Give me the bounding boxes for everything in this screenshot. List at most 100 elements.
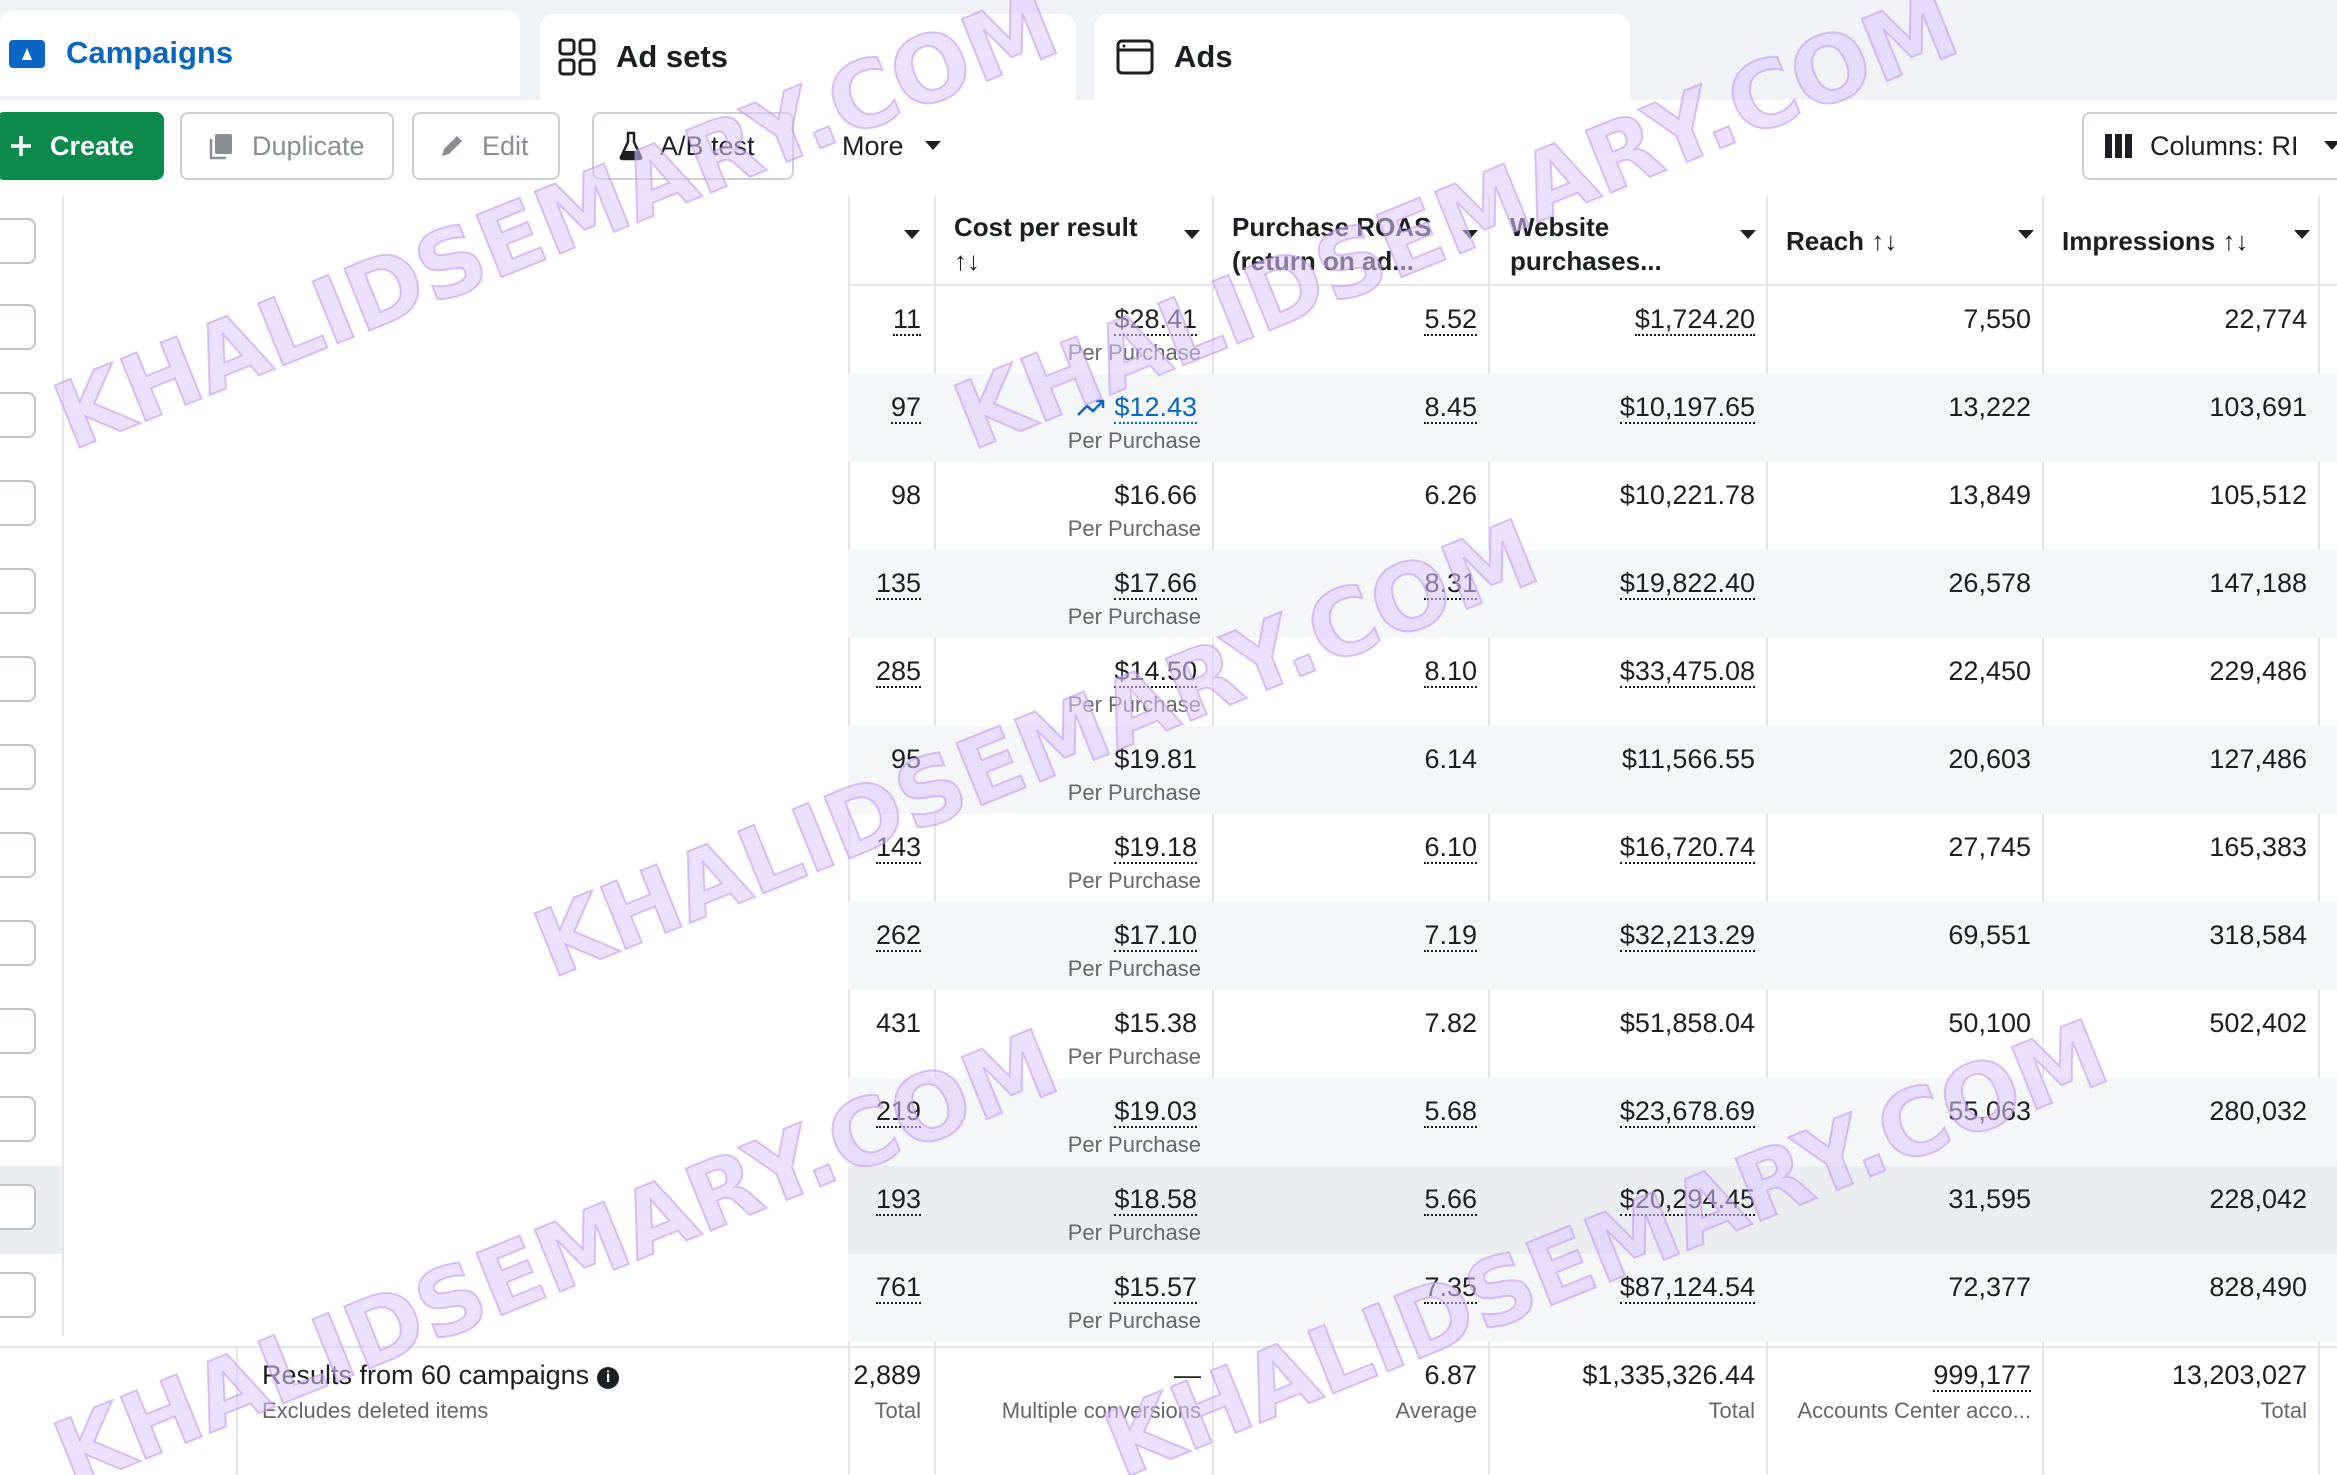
info-icon[interactable]: i bbox=[597, 1367, 620, 1389]
row-checkbox[interactable] bbox=[0, 1272, 36, 1318]
tab-ad-sets[interactable]: Ad sets bbox=[540, 14, 1076, 100]
cell-impressions: 105,512 bbox=[2209, 480, 2307, 511]
cell-roas[interactable]: 7.35 bbox=[1424, 1272, 1477, 1304]
column-header-purchase-roas[interactable]: Purchase ROAS (return on ad... bbox=[1232, 196, 1488, 286]
cell-cost[interactable]: $15.38 bbox=[1114, 1008, 1197, 1039]
cell-cost[interactable]: $14.50 bbox=[1114, 656, 1197, 688]
column-header-cost-per-result[interactable]: Cost per result ↑↓ bbox=[954, 196, 1212, 286]
cell-results[interactable]: 431 bbox=[876, 1008, 921, 1039]
table-row[interactable]: 761 $15.57 7.35 $87,124.54 72,377 828,490 Per … bbox=[0, 1254, 2337, 1342]
table-row[interactable]: 98 $16.66 6.26 $10,221.78 13,849 105,512 Per P… bbox=[0, 462, 2337, 550]
ad-window-icon bbox=[1116, 39, 1154, 75]
cell-roas[interactable]: 8.10 bbox=[1424, 656, 1477, 688]
cell-roas[interactable]: 5.66 bbox=[1424, 1184, 1477, 1216]
more-dropdown[interactable]: More bbox=[818, 112, 968, 180]
cell-results[interactable]: 761 bbox=[875, 1272, 921, 1304]
cell-cost[interactable]: $19.81 bbox=[1114, 744, 1197, 775]
row-checkbox[interactable] bbox=[0, 832, 36, 878]
cell-roas[interactable]: 8.45 bbox=[1424, 392, 1477, 424]
cell-purchases[interactable]: $1,724.20 bbox=[1634, 304, 1755, 336]
table-row[interactable]: 219 $19.03 5.68 $23,678.69 55,063 280,032 Per … bbox=[0, 1078, 2337, 1166]
cell-roas[interactable]: 5.68 bbox=[1424, 1096, 1477, 1128]
cell-purchases[interactable]: $32,213.29 bbox=[1619, 920, 1755, 952]
cell-cost[interactable]: $17.10 bbox=[1114, 920, 1197, 952]
cell-roas[interactable]: 6.26 bbox=[1424, 480, 1477, 511]
cell-cost[interactable]: $18.58 bbox=[1114, 1184, 1197, 1216]
cell-results[interactable]: 143 bbox=[875, 832, 921, 864]
cell-roas[interactable]: 7.82 bbox=[1424, 1008, 1477, 1039]
cell-results[interactable]: 193 bbox=[875, 1184, 921, 1216]
cell-cost[interactable]: $16.66 bbox=[1114, 480, 1197, 511]
cell-purchases[interactable]: $19,822.40 bbox=[1619, 568, 1755, 600]
edit-button[interactable]: Edit bbox=[412, 112, 560, 180]
column-header-results[interactable] bbox=[848, 196, 934, 286]
create-button[interactable]: Create bbox=[0, 112, 164, 180]
table-row[interactable]: 262 $17.10 7.19 $32,213.29 69,551 318,584 Per … bbox=[0, 902, 2337, 990]
cell-purchases[interactable]: $16,720.74 bbox=[1619, 832, 1755, 864]
cell-purchases[interactable]: $33,475.08 bbox=[1619, 656, 1755, 688]
cell-purchases[interactable]: $23,678.69 bbox=[1619, 1096, 1755, 1128]
row-checkbox[interactable] bbox=[0, 568, 36, 614]
table-row[interactable]: 95 $19.81 6.14 $11,566.55 20,603 127,486 Per P… bbox=[0, 726, 2337, 814]
column-header-impressions[interactable]: Impressions ↑↓ bbox=[2062, 196, 2318, 286]
row-checkbox[interactable] bbox=[0, 744, 36, 790]
cell-purchases[interactable]: $51,858.04 bbox=[1620, 1008, 1755, 1039]
table-row[interactable]: 11 $28.41 5.52 $1,724.20 7,550 22,774 Per Purc… bbox=[0, 286, 2337, 374]
cell-purchases[interactable]: $87,124.54 bbox=[1619, 1272, 1755, 1304]
cell-roas[interactable]: 6.10 bbox=[1424, 832, 1477, 864]
cell-purchases[interactable]: $20,294.45 bbox=[1619, 1184, 1755, 1216]
cell-results[interactable]: 135 bbox=[875, 568, 921, 600]
column-header-website-purchases[interactable]: Website purchases... bbox=[1510, 196, 1766, 286]
table-row[interactable]: 285 $14.50 8.10 $33,475.08 22,450 229,486 Per … bbox=[0, 638, 2337, 726]
row-checkbox[interactable] bbox=[0, 304, 36, 350]
ab-test-button[interactable]: A/B test bbox=[592, 112, 794, 180]
cell-value: 5.66 bbox=[1424, 1184, 1477, 1216]
sort-icon[interactable]: ↑↓ bbox=[954, 246, 980, 276]
table-row[interactable]: 97 $12.43 8.45 $10,197.65 13,222 103,691 Per P… bbox=[0, 374, 2337, 462]
row-checkbox[interactable] bbox=[0, 1184, 36, 1230]
sort-icon[interactable]: ↑↓ bbox=[2222, 226, 2248, 256]
cell-roas[interactable]: 8.31 bbox=[1424, 568, 1477, 600]
tab-campaigns[interactable]: Campaigns bbox=[0, 10, 520, 96]
cell-roas[interactable]: 6.14 bbox=[1424, 744, 1477, 775]
cell-impressions: 22,774 bbox=[2224, 304, 2307, 335]
sort-icon[interactable]: ↑↓ bbox=[1871, 226, 1897, 256]
cell-results[interactable]: 11 bbox=[892, 304, 921, 336]
cell-value: 219 bbox=[875, 1096, 921, 1128]
cell-purchases[interactable]: $11,566.55 bbox=[1622, 744, 1755, 775]
cell-cost[interactable]: $15.57 bbox=[1114, 1272, 1197, 1304]
cell-value: $19.03 bbox=[1114, 1096, 1197, 1128]
row-checkbox[interactable] bbox=[0, 1096, 36, 1142]
cell-roas[interactable]: 5.52 bbox=[1424, 304, 1477, 336]
cell-value: 7.35 bbox=[1424, 1272, 1477, 1304]
header-label: Reach bbox=[1786, 226, 1865, 256]
column-header-reach[interactable]: Reach ↑↓ bbox=[1786, 196, 2042, 286]
cell-results[interactable]: 285 bbox=[875, 656, 921, 688]
cell-results[interactable]: 262 bbox=[875, 920, 921, 952]
row-checkbox[interactable] bbox=[0, 480, 36, 526]
cell-cost[interactable]: $17.66 bbox=[1114, 568, 1197, 600]
tab-ads[interactable]: Ads bbox=[1094, 14, 1630, 100]
cell-purchases[interactable]: $10,221.78 bbox=[1620, 480, 1755, 511]
columns-dropdown[interactable]: Columns: RI bbox=[2082, 112, 2337, 180]
row-checkbox[interactable] bbox=[0, 920, 36, 966]
row-checkbox[interactable] bbox=[0, 1008, 36, 1054]
cell-results[interactable]: 98 bbox=[891, 480, 921, 511]
table-row[interactable]: 143 $19.18 6.10 $16,720.74 27,745 165,383 Per … bbox=[0, 814, 2337, 902]
cell-roas[interactable]: 7.19 bbox=[1424, 920, 1477, 952]
cell-cost[interactable]: $28.41 bbox=[1114, 304, 1197, 336]
cell-results[interactable]: 95 bbox=[891, 744, 921, 775]
table-row[interactable]: 431 $15.38 7.82 $51,858.04 50,100 502,402 Per … bbox=[0, 990, 2337, 1078]
cell-cost[interactable]: $12.43 bbox=[1076, 392, 1197, 424]
duplicate-button[interactable]: Duplicate bbox=[180, 112, 394, 180]
table-row[interactable]: 193 $18.58 5.66 $20,294.45 31,595 228,042 Per … bbox=[0, 1166, 2337, 1254]
row-checkbox[interactable] bbox=[0, 656, 36, 702]
table-row[interactable]: 135 $17.66 8.31 $19,822.40 26,578 147,188 Per … bbox=[0, 550, 2337, 638]
cell-results[interactable]: 219 bbox=[875, 1096, 921, 1128]
select-all-checkbox[interactable] bbox=[0, 218, 36, 264]
row-checkbox[interactable] bbox=[0, 392, 36, 438]
cell-cost[interactable]: $19.18 bbox=[1114, 832, 1197, 864]
cell-results[interactable]: 97 bbox=[890, 392, 921, 424]
cell-cost[interactable]: $19.03 bbox=[1114, 1096, 1197, 1128]
cell-purchases[interactable]: $10,197.65 bbox=[1619, 392, 1755, 424]
